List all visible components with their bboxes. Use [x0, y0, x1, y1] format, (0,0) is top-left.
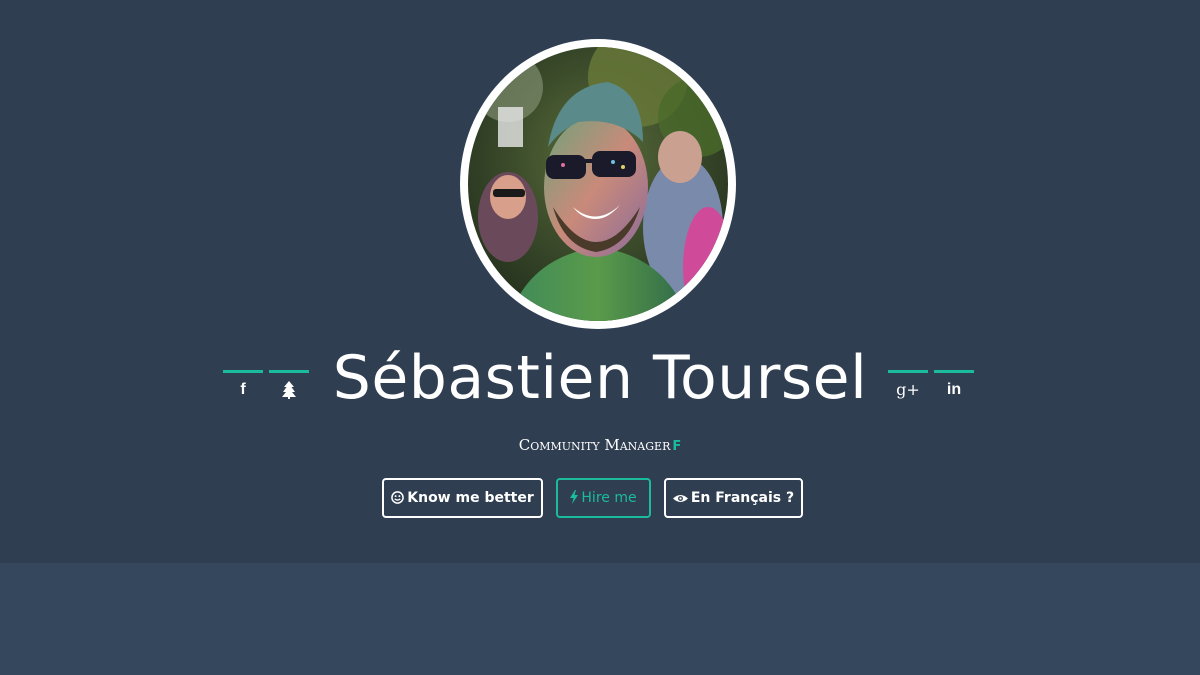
hire-me-label: Hire me: [581, 490, 637, 506]
tree-link[interactable]: [269, 370, 309, 410]
profile-name: Sébastien Toursel: [332, 343, 868, 413]
linkedin-link[interactable]: in: [934, 370, 974, 410]
job-title: Community Manager f: [0, 433, 1200, 457]
french-version-label: En Français ?: [690, 490, 795, 506]
avatar: [460, 39, 736, 329]
facebook-icon: f: [672, 434, 682, 455]
facebook-link[interactable]: f: [223, 370, 263, 410]
linkedin-icon: in: [946, 381, 962, 398]
facebook-icon: f: [240, 381, 246, 398]
profile-photo: [468, 47, 728, 321]
lower-section: [0, 563, 1200, 675]
hire-me-button[interactable]: Hire me: [556, 478, 651, 518]
know-me-better-label: Know me better: [407, 490, 534, 506]
french-version-button[interactable]: En Français ?: [664, 478, 803, 518]
smile-icon: [391, 482, 405, 518]
job-title-text: Community Manager: [518, 436, 671, 454]
eye-icon: [672, 482, 688, 518]
social-underline: [269, 370, 309, 373]
social-underline: [934, 370, 974, 373]
google-plus-icon: g+: [896, 380, 920, 399]
hero-section: Sébastien Toursel f g+ in Community Mana…: [0, 0, 1200, 563]
social-underline: [223, 370, 263, 373]
tree-icon: [269, 380, 309, 400]
social-underline: [888, 370, 928, 373]
name-row: Sébastien Toursel f g+ in: [0, 340, 1200, 420]
know-me-better-button[interactable]: Know me better: [382, 478, 543, 518]
google-plus-link[interactable]: g+: [888, 370, 928, 410]
bolt-icon: [570, 482, 579, 518]
